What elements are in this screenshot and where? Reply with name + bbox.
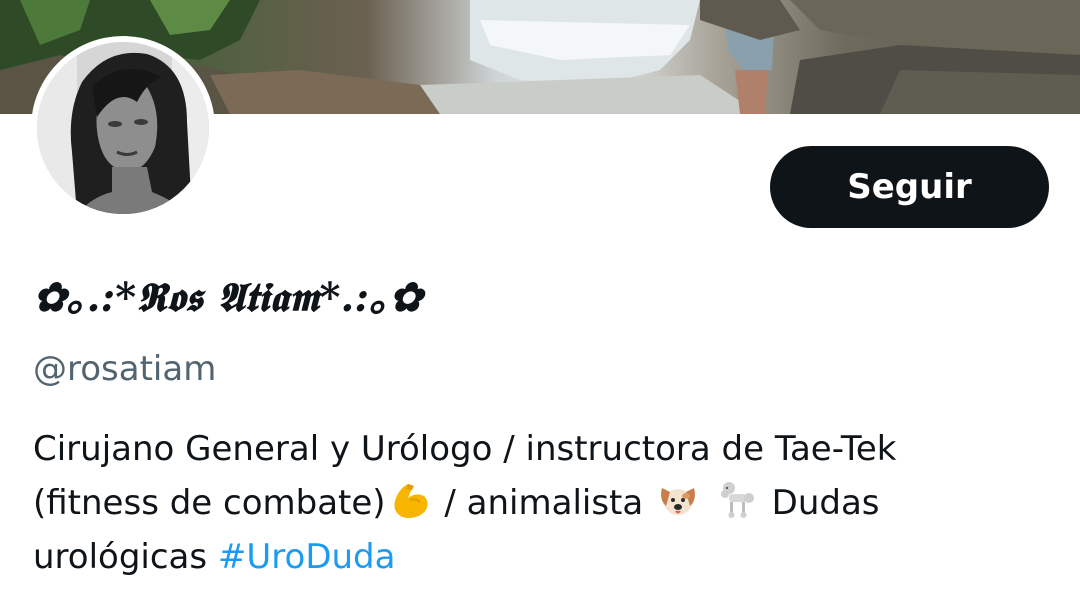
user-handle: @rosatiam <box>33 349 217 389</box>
bio-text: (fitness de combate) <box>33 483 386 523</box>
display-name: ✿｡.:*𝕽𝖔𝖘 𝕬𝖙𝖎𝖆𝖒*.:｡✿ <box>33 274 423 321</box>
profile-photo <box>37 42 209 214</box>
profile-bio: Cirujano General y Urólogo / instructora… <box>33 422 1053 584</box>
bio-text: urológicas <box>33 537 208 577</box>
bio-text: / animalista <box>444 483 644 523</box>
dog-face-icon <box>656 478 700 522</box>
hashtag-link[interactable]: #UroDuda <box>218 537 396 577</box>
follow-button[interactable]: Seguir <box>770 146 1049 228</box>
bio-line-1: Cirujano General y Urólogo / instructora… <box>33 429 897 469</box>
bio-text: Dudas <box>771 483 880 523</box>
poodle-icon <box>715 478 759 522</box>
avatar[interactable] <box>31 36 215 220</box>
flexed-biceps-icon <box>388 478 432 522</box>
